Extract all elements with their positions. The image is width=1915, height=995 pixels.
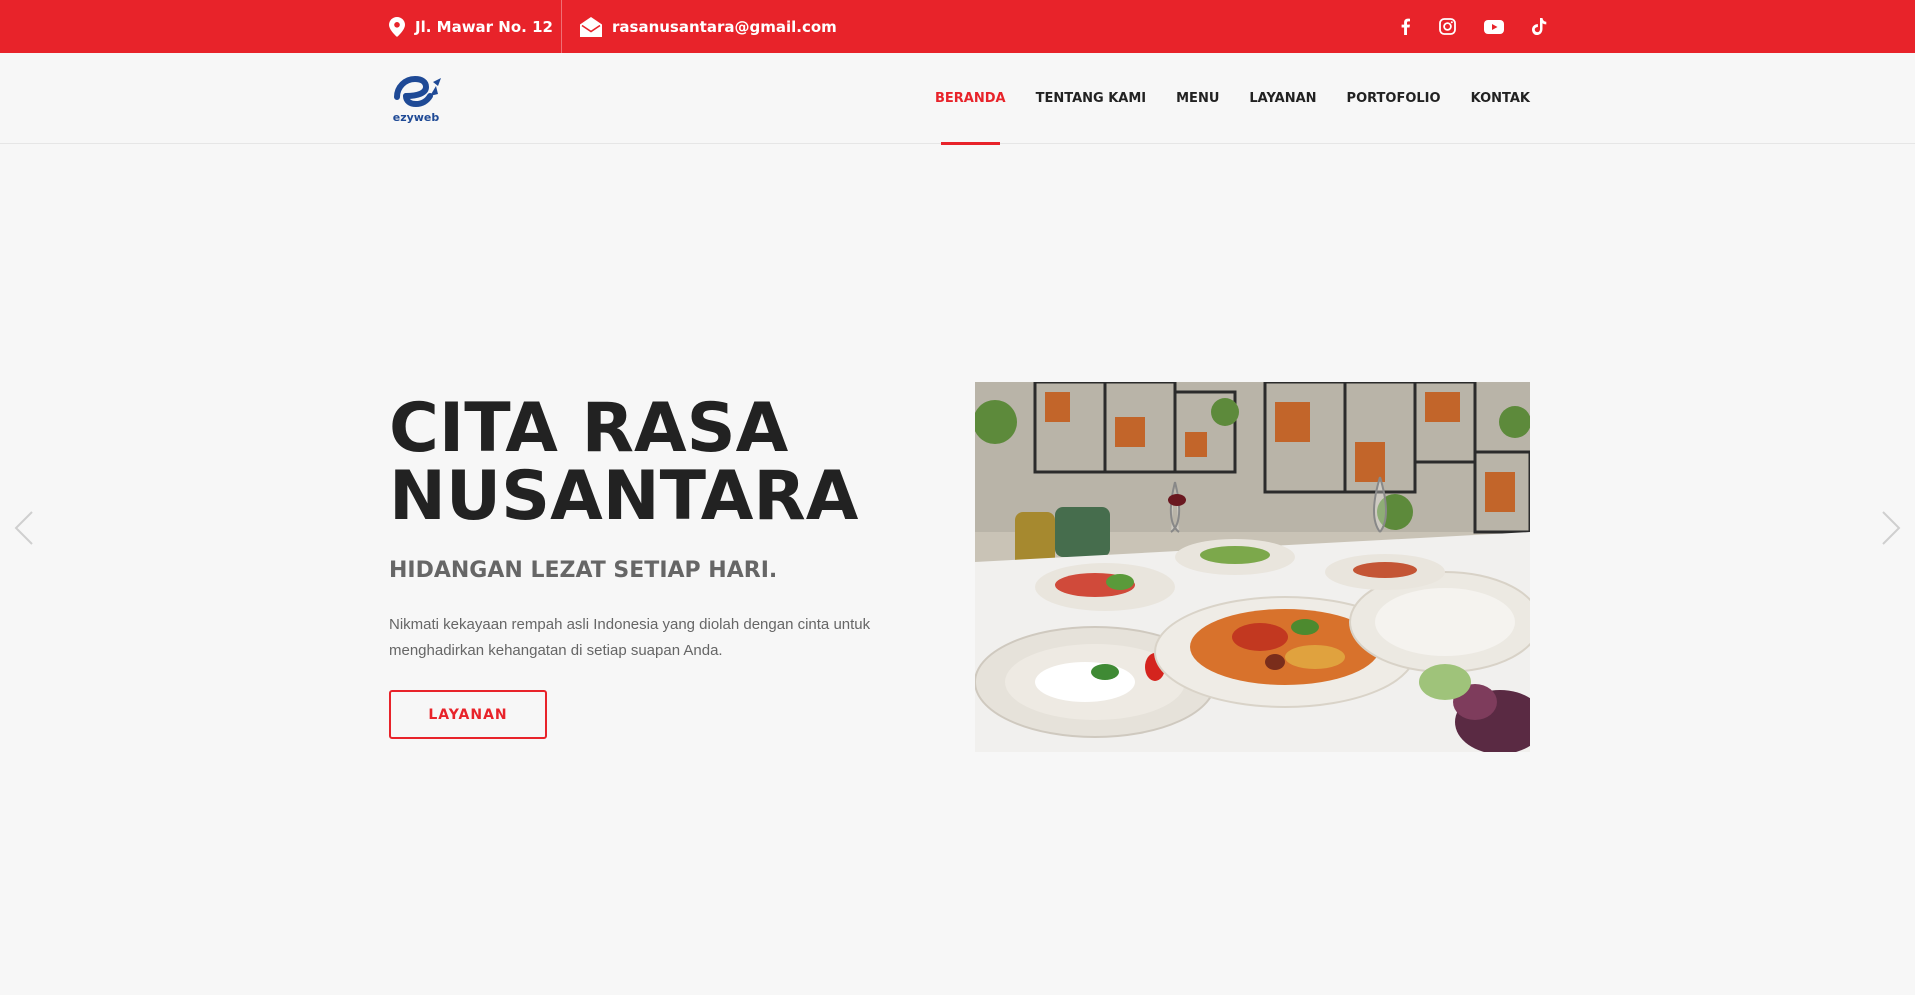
nav-item-layanan[interactable]: LAYANAN xyxy=(1249,53,1316,144)
email-text[interactable]: rasanusantara@gmail.com xyxy=(612,18,837,36)
logo-text: ezyweb xyxy=(392,111,440,124)
social-links xyxy=(1399,0,1547,53)
instagram-icon[interactable] xyxy=(1439,18,1456,35)
top-bar: Jl. Mawar No. 12 rasanusantara@gmail.com xyxy=(0,0,1915,53)
tiktok-icon[interactable] xyxy=(1532,18,1547,35)
nav-item-portofolio[interactable]: PORTOFOLIO xyxy=(1347,53,1441,144)
facebook-icon[interactable] xyxy=(1399,18,1411,35)
address-text: Jl. Mawar No. 12 xyxy=(415,17,553,36)
nav-item-kontak[interactable]: KONTAK xyxy=(1471,53,1530,144)
ezyweb-logo-icon xyxy=(394,75,441,108)
hero-subtitle: HIDANGAN LEZAT SETIAP HARI. xyxy=(389,558,778,583)
hero-food-image xyxy=(975,382,1530,752)
site-header: ezyweb BERANDA TENTANG KAMI MENU LAYANAN… xyxy=(0,53,1915,145)
envelope-open-icon xyxy=(580,16,602,37)
nav-item-menu[interactable]: MENU xyxy=(1176,53,1219,144)
nav-item-beranda[interactable]: BERANDA xyxy=(935,53,1006,145)
email-info[interactable]: rasanusantara@gmail.com xyxy=(580,0,837,53)
slider-next-arrow-icon[interactable] xyxy=(1877,510,1903,546)
hero-title-line-2: NUSANTARA xyxy=(389,457,859,536)
hero-title-line-1: CITA RASA xyxy=(389,389,789,468)
youtube-icon[interactable] xyxy=(1484,19,1504,34)
slider-prev-arrow-icon[interactable] xyxy=(12,510,38,546)
hero-description: Nikmati kekayaan rempah asli Indonesia y… xyxy=(389,616,871,659)
main-nav: BERANDA TENTANG KAMI MENU LAYANAN PORTOF… xyxy=(935,53,1530,145)
topbar-divider xyxy=(561,0,562,53)
layanan-button[interactable]: LAYANAN xyxy=(389,690,547,739)
hero-title: CITA RASA NUSANTARA xyxy=(389,395,949,531)
address-info: Jl. Mawar No. 12 xyxy=(389,0,553,53)
nav-item-tentang-kami[interactable]: TENTANG KAMI xyxy=(1036,53,1147,144)
map-pin-icon xyxy=(389,16,405,37)
logo[interactable]: ezyweb xyxy=(389,71,443,127)
